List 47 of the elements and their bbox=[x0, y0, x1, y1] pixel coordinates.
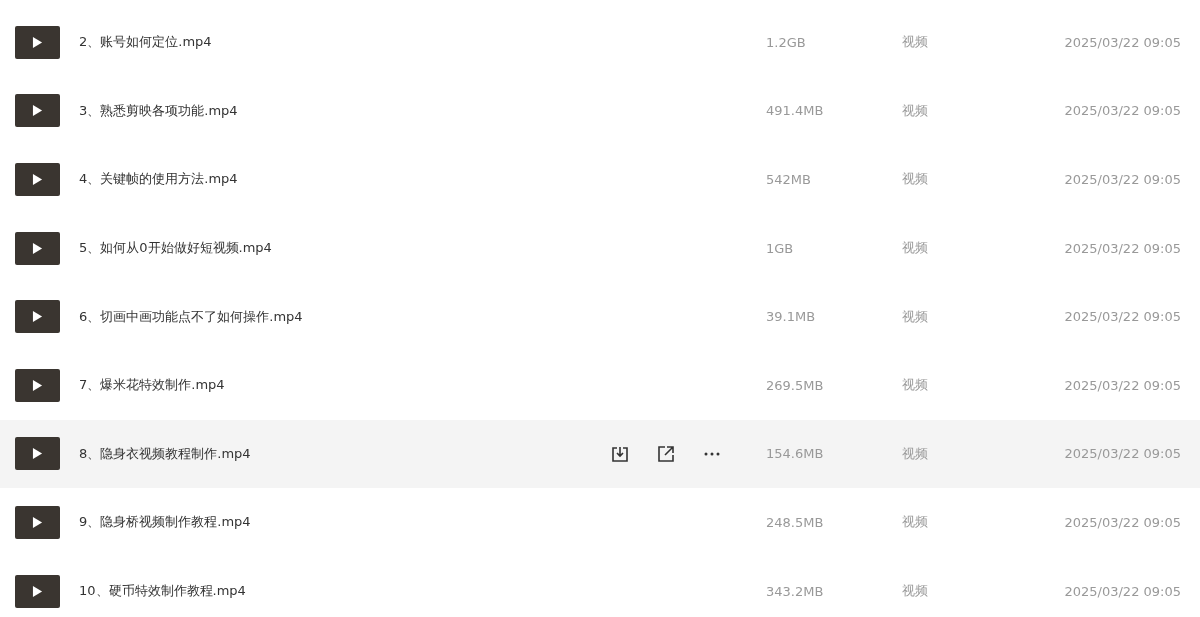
file-name: 2、账号如何定位.mp4 bbox=[79, 33, 213, 52]
modified-date: 2025/03/22 09:05 bbox=[1064, 583, 1181, 599]
play-icon bbox=[32, 173, 43, 186]
play-icon bbox=[32, 104, 43, 118]
file-size: 343.2MB bbox=[766, 583, 825, 599]
file-type: 视频 bbox=[902, 33, 929, 52]
modified-date: 2025/03/22 09:05 bbox=[1064, 514, 1181, 530]
file-type: 视频 bbox=[902, 170, 929, 189]
file-type: 视频 bbox=[902, 444, 929, 463]
file-type: 视频 bbox=[902, 513, 929, 532]
file-type: 视频 bbox=[902, 101, 929, 120]
file-size: 269.5MB bbox=[766, 377, 825, 393]
file-name: 10、硬币特效制作教程.mp4 bbox=[79, 582, 247, 601]
file-name: 8、隐身衣视频教程制作.mp4 bbox=[79, 444, 252, 463]
file-name: 6、切画中画功能点不了如何操作.mp4 bbox=[79, 307, 304, 326]
share-icon[interactable] bbox=[656, 443, 676, 464]
modified-date: 2025/03/22 09:05 bbox=[1064, 103, 1181, 119]
file-size: 1GB bbox=[766, 240, 795, 256]
play-icon bbox=[32, 378, 43, 392]
modified-date: 2025/03/22 09:05 bbox=[1064, 377, 1181, 393]
file-size: 154.6MB bbox=[766, 446, 825, 462]
play-icon bbox=[32, 35, 43, 49]
modified-date: 2025/03/22 09:05 bbox=[1064, 309, 1181, 325]
play-icon bbox=[32, 241, 43, 255]
file-name: 4、关键帧的使用方法.mp4 bbox=[79, 170, 239, 189]
file-name: 7、爆米花特效制作.mp4 bbox=[79, 376, 226, 395]
file-size: 248.5MB bbox=[766, 514, 825, 530]
play-icon bbox=[32, 584, 43, 598]
file-name: 3、熟悉剪映各项功能.mp4 bbox=[79, 101, 239, 120]
play-icon bbox=[32, 515, 43, 529]
file-type: 视频 bbox=[902, 582, 929, 601]
file-size: 542MB bbox=[766, 172, 812, 187]
file-size: 39.1MB bbox=[766, 309, 817, 325]
modified-date: 2025/03/22 09:05 bbox=[1064, 240, 1181, 256]
file-type: 视频 bbox=[902, 239, 929, 258]
file-row[interactable]: 8、隐身衣视频教程制作.mp4 154.6MB 视频 2025/03/22 09:05 bbox=[0, 419, 1200, 489]
modified-date: 2025/03/22 09:05 bbox=[1064, 172, 1181, 187]
file-size: 1.2GB bbox=[766, 34, 807, 50]
modified-date: 2025/03/22 09:05 bbox=[1064, 446, 1181, 462]
play-icon bbox=[32, 447, 43, 461]
file-size: 491.4MB bbox=[766, 103, 825, 119]
play-icon bbox=[32, 310, 43, 324]
file-name: 9、隐身桥视频制作教程.mp4 bbox=[79, 513, 252, 532]
modified-date: 2025/03/22 09:05 bbox=[1064, 34, 1181, 50]
file-type: 视频 bbox=[902, 376, 929, 395]
file-name: 5、如何从0开始做好短视频.mp4 bbox=[79, 239, 273, 258]
file-type: 视频 bbox=[902, 307, 929, 326]
